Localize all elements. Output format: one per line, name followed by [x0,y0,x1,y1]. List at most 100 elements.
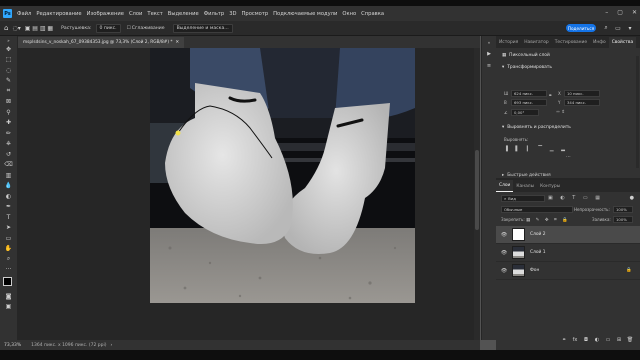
antialias-checkbox[interactable]: ☐ [127,26,131,31]
menu-edit[interactable]: Редактирование [36,11,81,17]
workspace-dropdown-icon[interactable]: ▾ [626,24,634,32]
lasso-tool-icon[interactable]: ◌ [0,65,17,76]
height-field[interactable]: 693 пикс. [511,99,547,106]
zoom-tool-icon[interactable]: ⌕ [0,254,17,265]
pen-tool-icon[interactable]: ✒ [0,202,17,213]
crop-tool-icon[interactable]: ⌗ [0,86,17,97]
feather-input[interactable]: 0 пикс. [95,23,121,33]
history-panel-icon[interactable]: ▶ [485,50,493,58]
width-field[interactable]: 624 пикс. [511,90,547,97]
eye-icon[interactable]: 👁 [499,268,509,274]
status-expand-icon[interactable]: › [111,343,113,348]
link-layers-icon[interactable]: ⚭ [560,336,568,344]
close-icon[interactable]: ✕ [632,9,637,16]
menu-filter[interactable]: Фильтр [204,11,225,17]
layer-filter-select[interactable]: ⌕ Вид [501,195,545,202]
gradient-tool-icon[interactable]: ▥ [0,170,17,181]
history-brush-icon[interactable]: ↺ [0,149,17,160]
layer-filter-icons[interactable]: ▣ ◐ T ▭ ▦ [548,195,603,201]
collapse-toolbar-icon[interactable]: » [0,36,17,44]
workspace-icon[interactable]: ▭ [614,24,622,32]
document-tab[interactable]: msplsdsins_v_noskah_67_09384353.jpg @ 73… [18,37,185,48]
menu-plugins[interactable]: Подключаемые модули [273,11,337,17]
tab-paths[interactable]: Контуры [537,181,563,192]
color-swatches[interactable] [0,275,17,291]
angle-field[interactable]: 0,00° [511,109,539,116]
screen-mode-icon[interactable]: ▣ [0,302,17,313]
layer-row[interactable]: 👁 Фон 🔒 [496,262,640,280]
select-and-mask-button[interactable]: Выделение и маска... [172,23,233,33]
link-icon[interactable]: ⚭ [548,93,552,99]
document-canvas-image[interactable] [150,48,415,303]
tab-layers[interactable]: Слои [496,180,514,192]
marquee-tool-icon[interactable]: ⬚ [0,55,17,66]
tab-properties[interactable]: Свойства [608,37,637,48]
menu-3d[interactable]: 3D [229,11,236,17]
shape-tool-icon[interactable]: ▭ [0,233,17,244]
type-tool-icon[interactable]: T [0,212,17,223]
close-tab-icon[interactable]: ✕ [176,40,180,45]
maximize-icon[interactable]: ▢ [617,9,623,16]
eraser-tool-icon[interactable]: ⌫ [0,160,17,171]
layer-row[interactable]: 👁 Слой 1 [496,244,640,262]
menu-layer[interactable]: Слои [129,11,142,17]
blur-tool-icon[interactable]: 💧 [0,181,17,192]
dodge-tool-icon[interactable]: ◐ [0,191,17,202]
eye-icon[interactable]: 👁 [499,232,509,238]
lock-icons[interactable]: ▦ ✎ ✥ ⌗ 🔒 [526,217,570,223]
tab-navigator[interactable]: Навигатор [521,37,551,48]
align-section-header[interactable]: ▾ Выровнять и распределить [502,125,571,130]
selection-mode-icons[interactable]: ▣ ▤ ▥ ▦ [25,25,53,32]
path-select-icon[interactable]: ➤ [0,223,17,234]
quick-mask-icon[interactable]: ◙ [0,291,17,302]
menu-help[interactable]: Справка [361,11,384,17]
y-field[interactable]: 344 пикс. [564,99,600,106]
delete-layer-icon[interactable]: 🗑 [626,336,634,344]
fill-field[interactable]: 100% [613,216,633,223]
distribute-more-icon[interactable]: ··· [566,154,571,160]
lasso-tool-icon[interactable]: ◌▾ [12,25,20,32]
transform-section-header[interactable]: ▾ Трансформировать [502,65,640,70]
minimize-icon[interactable]: – [605,9,608,16]
clone-stamp-icon[interactable]: ⎈ [0,139,17,150]
new-layer-icon[interactable]: ⊞ [615,336,623,344]
menu-type[interactable]: Текст [147,11,162,17]
layer-row[interactable]: 👁 Слой 2 [496,226,640,244]
move-tool-icon[interactable]: ✥ [0,44,17,55]
more-tools-icon[interactable]: ··· [0,265,17,276]
layer-name[interactable]: Слой 2 [530,232,546,237]
menu-select[interactable]: Выделение [168,11,199,17]
flip-icons[interactable]: ⇿ ⇕ [556,110,565,115]
opacity-field[interactable]: 100% [613,206,633,213]
foreground-color[interactable] [3,277,12,286]
vertical-scrollbar-thumb[interactable] [475,150,479,230]
home-icon[interactable]: ⌂ [4,24,8,32]
panel-scrollbar[interactable] [636,56,639,168]
eyedropper-tool-icon[interactable]: ⚲ [0,107,17,118]
brush-tool-icon[interactable]: ✏ [0,128,17,139]
new-group-icon[interactable]: ▭ [604,336,612,344]
x-field[interactable]: 10 пикс. [564,90,600,97]
hand-tool-icon[interactable]: ✋ [0,244,17,255]
frame-tool-icon[interactable]: ⊠ [0,97,17,108]
menu-window[interactable]: Окно [342,11,356,17]
eye-icon[interactable]: 👁 [499,250,509,256]
blend-mode-select[interactable]: Обычные [501,206,573,213]
tab-history[interactable]: История [496,37,521,48]
tab-channels[interactable]: Каналы [513,181,537,192]
tab-testing[interactable]: Тестирование [552,37,590,48]
align-buttons[interactable]: ▐ ▌ ▎ ▔ ▁ ▂ [504,146,568,152]
layer-name[interactable]: Фон [530,268,539,273]
add-mask-icon[interactable]: ◘ [582,336,590,344]
adjustment-layer-icon[interactable]: ◐ [593,336,601,344]
menu-file[interactable]: Файл [17,11,31,17]
layer-style-icon[interactable]: fx [571,336,579,344]
healing-brush-icon[interactable]: ✚ [0,118,17,129]
share-button[interactable]: Поделиться [566,24,596,32]
menu-image[interactable]: Изображение [87,11,124,17]
quick-select-tool-icon[interactable]: ✎ [0,76,17,87]
search-icon[interactable]: ⌕ [602,24,610,32]
zoom-level[interactable]: 73,33% [4,343,21,348]
menu-view[interactable]: Просмотр [242,11,269,17]
layer-name[interactable]: Слой 1 [530,250,546,255]
